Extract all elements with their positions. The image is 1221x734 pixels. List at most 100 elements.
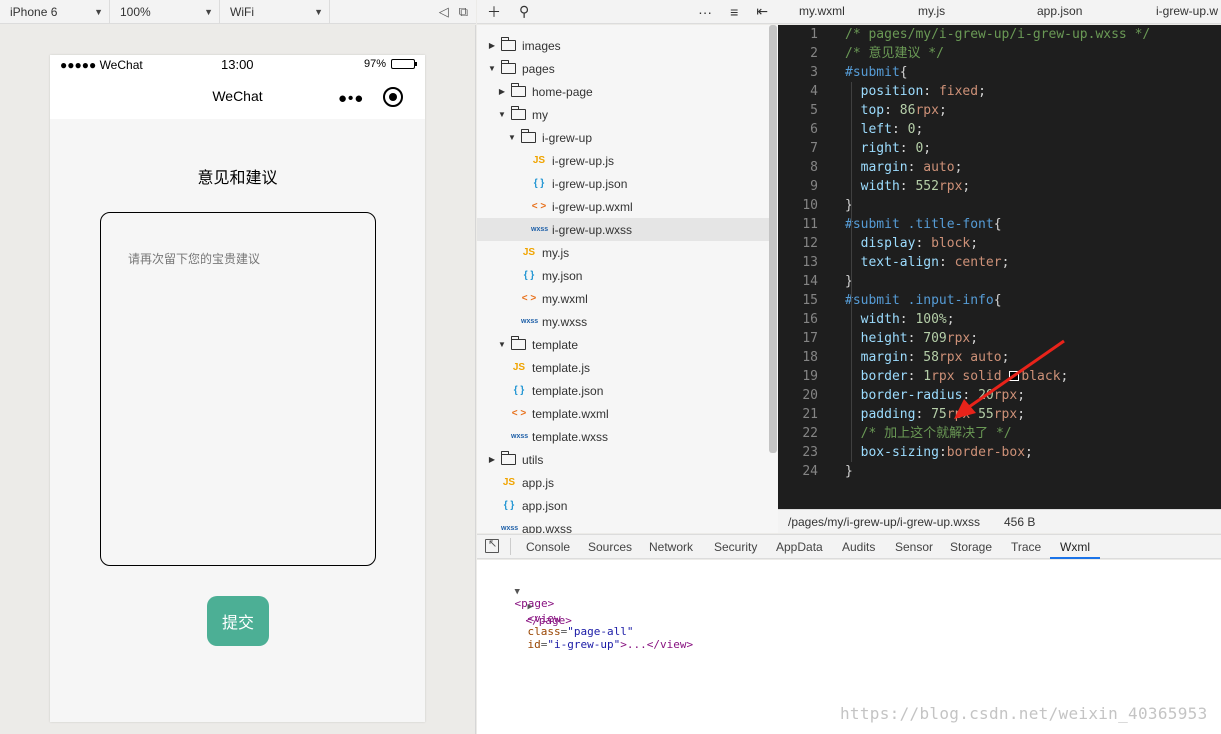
code-line[interactable]: 12 display: block; xyxy=(778,234,1221,253)
code-line[interactable]: 13 text-align: center; xyxy=(778,253,1221,272)
tree-file[interactable]: { } app.json xyxy=(477,494,769,517)
file-tree-scrollbar[interactable] xyxy=(769,25,777,453)
collapse-arrow-icon[interactable]: ▶ xyxy=(487,41,497,50)
collapse-arrow-icon[interactable]: ▶ xyxy=(487,455,497,464)
device-select[interactable]: iPhone 6 ▼ xyxy=(0,0,110,24)
tree-file[interactable]: { } my.json xyxy=(477,264,769,287)
wxss-file-icon: wxss xyxy=(501,525,519,532)
code-token: 1 xyxy=(923,369,932,384)
sort-icon[interactable]: ≡ xyxy=(730,4,738,20)
editor-tab[interactable]: i-grew-up.w xyxy=(1156,4,1218,18)
code-line[interactable]: 19 border: 1rpx solid black; xyxy=(778,367,1221,386)
code-line[interactable]: 20 border-radius: 20rpx; xyxy=(778,386,1221,405)
devtools-tab[interactable]: Storage xyxy=(950,540,992,554)
code-line[interactable]: 8 margin: auto; xyxy=(778,158,1221,177)
code-line[interactable]: 1 /* pages/my/i-grew-up/i-grew-up.wxss */ xyxy=(778,25,1221,44)
expand-arrow-icon[interactable]: ▼ xyxy=(487,64,497,73)
code-line[interactable]: 4 position: fixed; xyxy=(778,82,1221,101)
code-line[interactable]: 16 width: 100%; xyxy=(778,310,1221,329)
code-token: center xyxy=(954,255,1002,270)
code-line[interactable]: 15 #submit .input-info{ xyxy=(778,291,1221,310)
tree-folder[interactable]: ▼ i-grew-up xyxy=(477,126,769,149)
expand-arrow-icon[interactable]: ▼ xyxy=(497,110,507,119)
folder-icon xyxy=(510,83,526,97)
devtools-tab[interactable]: AppData xyxy=(776,540,823,554)
collapse-arrow-icon[interactable]: ▶ xyxy=(497,87,507,96)
tree-file[interactable]: JS i-grew-up.js xyxy=(477,149,769,172)
mute-icon[interactable]: ◁ xyxy=(439,4,449,20)
tree-file[interactable]: JS app.js xyxy=(477,471,769,494)
inspect-element-icon[interactable] xyxy=(485,537,499,553)
tree-file[interactable]: JS template.js xyxy=(477,356,769,379)
feedback-input[interactable] xyxy=(128,250,348,528)
editor-tab[interactable]: my.js xyxy=(918,4,945,18)
tree-folder[interactable]: ▼ pages xyxy=(477,57,769,80)
code-token: 75 xyxy=(931,407,947,422)
code-token: border xyxy=(860,369,908,384)
code-token: ; xyxy=(954,160,963,175)
code-line[interactable]: 23 box-sizing:border-box; xyxy=(778,443,1221,462)
code-text: display: block; xyxy=(845,234,978,253)
editor-tab[interactable]: my.wxml xyxy=(799,4,845,18)
tree-item-label: template.json xyxy=(532,383,604,398)
code-line[interactable]: 3 #submit{ xyxy=(778,63,1221,82)
devtools-tab[interactable]: Audits xyxy=(842,540,875,554)
tree-folder[interactable]: ▼ my xyxy=(477,103,769,126)
wxml-attr-value: "page-all" xyxy=(567,625,634,638)
more-icon[interactable]: ··· xyxy=(698,4,712,20)
collapse-panel-icon[interactable]: ⇤ xyxy=(756,3,768,20)
tree-file[interactable]: < > my.wxml xyxy=(477,287,769,310)
detach-window-icon[interactable]: ⧉ xyxy=(459,4,468,20)
search-icon[interactable]: ⚲ xyxy=(519,3,529,20)
tree-file[interactable]: < > i-grew-up.wxml xyxy=(477,195,769,218)
tree-file[interactable]: { } i-grew-up.json xyxy=(477,172,769,195)
code-line[interactable]: 22 /* 加上这个就解决了 */ xyxy=(778,424,1221,443)
tree-file[interactable]: < > template.wxml xyxy=(477,402,769,425)
devtools-tab[interactable]: Console xyxy=(526,540,570,554)
code-line[interactable]: 24} xyxy=(778,462,1221,481)
more-icon[interactable]: ●•● xyxy=(338,90,364,107)
devtools-tab[interactable]: Security xyxy=(714,540,757,554)
code-line[interactable]: 2 /* 意见建议 */ xyxy=(778,44,1221,63)
tree-file[interactable]: wxss i-grew-up.wxss xyxy=(477,218,769,241)
code-line[interactable]: 6 left: 0; xyxy=(778,120,1221,139)
code-editor[interactable]: 1 /* pages/my/i-grew-up/i-grew-up.wxss */… xyxy=(778,25,1221,509)
network-select[interactable]: WiFi ▼ xyxy=(220,0,330,24)
code-token: { xyxy=(993,217,1002,232)
expand-arrow-icon[interactable]: ▼ xyxy=(507,133,517,142)
code-line[interactable]: 11 #submit .title-font{ xyxy=(778,215,1221,234)
submit-button[interactable]: 提交 xyxy=(207,596,269,646)
expand-arrow-icon[interactable]: ▼ xyxy=(497,340,507,349)
code-line[interactable]: 17 height: 709rpx; xyxy=(778,329,1221,348)
add-icon[interactable]: ＋ xyxy=(487,2,501,22)
color-swatch-icon[interactable] xyxy=(1009,371,1020,381)
tree-file[interactable]: wxss app.wxss xyxy=(477,517,769,534)
tree-file[interactable]: { } template.json xyxy=(477,379,769,402)
tree-file[interactable]: wxss my.wxss xyxy=(477,310,769,333)
code-line[interactable]: 9 width: 552rpx; xyxy=(778,177,1221,196)
tree-folder[interactable]: ▼ template xyxy=(477,333,769,356)
code-line[interactable]: 10} xyxy=(778,196,1221,215)
devtools-tab[interactable]: Trace xyxy=(1011,540,1041,554)
devtools-tab[interactable]: Wxml xyxy=(1060,540,1090,554)
code-line[interactable]: 14} xyxy=(778,272,1221,291)
devtools-tab[interactable]: Network xyxy=(649,540,693,554)
code-line[interactable]: 7 right: 0; xyxy=(778,139,1221,158)
line-number: 23 xyxy=(802,445,818,460)
code-line[interactable]: 5 top: 86rpx; xyxy=(778,101,1221,120)
zoom-select[interactable]: 100% ▼ xyxy=(110,0,220,24)
editor-tab[interactable]: app.json xyxy=(1037,4,1082,18)
code-line[interactable]: 18 margin: 58rpx auto; xyxy=(778,348,1221,367)
tree-folder[interactable]: ▶ images xyxy=(477,34,769,57)
devtools-tab[interactable]: Sensor xyxy=(895,540,933,554)
code-token: top xyxy=(860,103,885,118)
tree-file[interactable]: wxss template.wxss xyxy=(477,425,769,448)
tree-folder[interactable]: ▶ home-page xyxy=(477,80,769,103)
close-capsule-icon[interactable] xyxy=(383,87,403,107)
tree-folder[interactable]: ▶ utils xyxy=(477,448,769,471)
tree-file[interactable]: JS my.js xyxy=(477,241,769,264)
code-line[interactable]: 21 padding: 75rpx 55rpx; xyxy=(778,405,1221,424)
devtools-tab[interactable]: Sources xyxy=(588,540,632,554)
